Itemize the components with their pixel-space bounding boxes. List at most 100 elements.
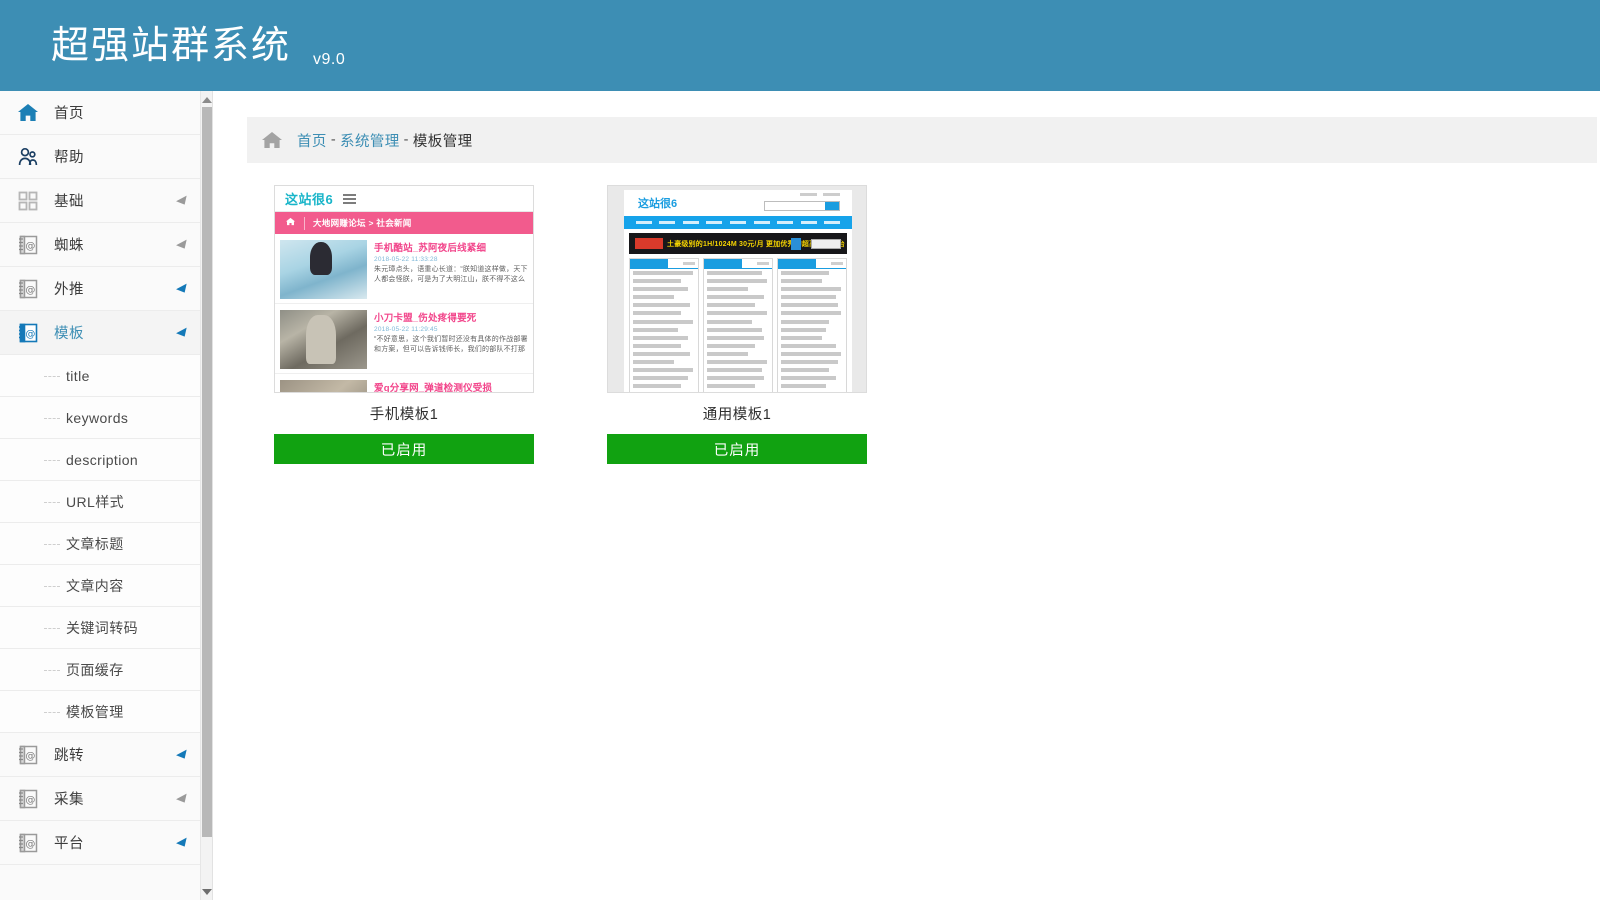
notebook-icon: @ — [15, 320, 41, 346]
home-icon — [15, 100, 41, 126]
notebook-icon: @ — [15, 276, 41, 302]
column-link-list — [778, 269, 846, 393]
breadcrumb-current: 模板管理 — [413, 130, 473, 151]
sidebar-subitem-label: title — [66, 368, 90, 384]
column-more-link — [683, 262, 695, 265]
preview-column — [703, 258, 773, 393]
preview-mobile-navbar: 大地网赚论坛 > 社会新闻 — [275, 212, 533, 234]
notebook-icon: @ — [15, 786, 41, 812]
article-thumbnail — [280, 240, 367, 299]
template-card: 这站很6 土豪级别的1H/1024M 30元/月 更加优秀的超高性能站台 — [607, 185, 867, 464]
sidebar-item-redirect[interactable]: @ 跳转 — [0, 733, 201, 777]
sidebar-item-label: 平台 — [54, 832, 84, 853]
sidebar-item-collect[interactable]: @ 采集 — [0, 777, 201, 821]
sidebar-subitem-title[interactable]: title — [0, 355, 201, 397]
banner-logo — [635, 238, 663, 249]
sidebar-item-template[interactable]: @ 模板 — [0, 311, 201, 355]
preview-column — [629, 258, 699, 393]
chevron-down-icon[interactable] — [176, 793, 190, 805]
preview-mobile-crumb: 大地网赚论坛 > 社会新闻 — [313, 217, 412, 229]
template-preview-mobile[interactable]: 这站很6 大地网赚论坛 > 社会新闻 手机酷站_苏阿夜后线紧细 2018-05-… — [274, 185, 534, 393]
svg-text:@: @ — [25, 839, 35, 850]
breadcrumb-link-home[interactable]: 首页 — [297, 130, 327, 151]
preview-desktop-logo: 这站很6 — [638, 195, 677, 211]
article-date: 2018-05-22 11:29:45 — [374, 326, 528, 333]
column-link-list — [630, 269, 698, 393]
template-preview-desktop[interactable]: 这站很6 土豪级别的1H/1024M 30元/月 更加优秀的超高性能站台 — [607, 185, 867, 393]
users-icon — [15, 144, 41, 170]
sidebar-item-label: 蜘蛛 — [54, 234, 84, 255]
article-thumbnail — [280, 310, 367, 369]
svg-text:@: @ — [25, 751, 35, 762]
scroll-up-arrow-icon[interactable] — [201, 93, 213, 106]
preview-desktop-toplinks — [800, 193, 840, 196]
sidebar-subitem-article-content[interactable]: 文章内容 — [0, 565, 201, 607]
column-header — [630, 259, 698, 269]
template-enable-button[interactable]: 已启用 — [607, 434, 867, 464]
article-text: 小刀卡盟_伤处疼得要死 2018-05-22 11:29:45 “不好意思，这个… — [374, 310, 528, 369]
article-title: 手机酷站_苏阿夜后线紧细 — [374, 240, 528, 254]
breadcrumb-link-system[interactable]: 系统管理 — [340, 130, 400, 151]
notebook-icon: @ — [15, 232, 41, 258]
sidebar-item-label: 基础 — [54, 190, 84, 211]
chevron-down-icon[interactable] — [176, 749, 190, 761]
scrollbar-thumb[interactable] — [202, 107, 213, 837]
article-desc: 朱元璋点头，语重心长道：“朕知道这样做，天下人都会怪朕，可是为了大明江山，朕不得… — [374, 265, 528, 285]
main-content: 首页 - 系统管理 - 模板管理 这站很6 大地网赚论坛 > 社会新闻 — [214, 91, 1600, 900]
preview-article-row: 手机酷站_苏阿夜后线紧细 2018-05-22 11:33:28 朱元璋点头，语… — [275, 234, 533, 304]
breadcrumb-separator: - — [331, 132, 336, 148]
svg-text:@: @ — [25, 285, 35, 296]
chevron-down-icon[interactable] — [176, 283, 190, 295]
template-card: 这站很6 大地网赚论坛 > 社会新闻 手机酷站_苏阿夜后线紧细 2018-05-… — [274, 185, 534, 464]
sidebar-subitem-keywords[interactable]: keywords — [0, 397, 201, 439]
sidebar-subitem-description[interactable]: description — [0, 439, 201, 481]
sidebar-item-basic[interactable]: 基础 — [0, 179, 201, 223]
sidebar-subitem-url-style[interactable]: URL样式 — [0, 481, 201, 523]
sidebar-subitem-keyword-transcode[interactable]: 关键词转码 — [0, 607, 201, 649]
preview-article-row: 小刀卡盟_伤处疼得要死 2018-05-22 11:29:45 “不好意思，这个… — [275, 304, 533, 374]
template-name: 通用模板1 — [607, 403, 867, 424]
sidebar-item-spider[interactable]: @ 蜘蛛 — [0, 223, 201, 267]
app-version: v9.0 — [313, 51, 345, 69]
article-desc: “不好意思，这个我们暂时还没有具体的作战部署和方案，但可以告诉钱师长，我们的部队… — [374, 335, 528, 355]
sidebar-item-label: 帮助 — [54, 146, 84, 167]
svg-text:@: @ — [25, 241, 35, 252]
article-text: 爱q分享网_弹道检测仪受损 — [374, 380, 528, 393]
notebook-icon: @ — [15, 830, 41, 856]
sidebar-subitem-label: 关键词转码 — [66, 618, 138, 638]
column-link-list — [704, 269, 772, 393]
scroll-down-arrow-icon[interactable] — [201, 885, 213, 898]
sidebar-item-outpush[interactable]: @ 外推 — [0, 267, 201, 311]
preview-desktop-banner: 土豪级别的1H/1024M 30元/月 更加优秀的超高性能站台 — [629, 233, 847, 254]
chevron-down-icon[interactable] — [176, 327, 190, 339]
sidebar-submenu-template: title keywords description URL样式 文章标题 文章… — [0, 355, 201, 733]
sidebar-item-platform[interactable]: @ 平台 — [0, 821, 201, 865]
sidebar-scrollbar[interactable] — [200, 91, 212, 900]
divider — [304, 217, 305, 230]
sidebar-subitem-template-manage[interactable]: 模板管理 — [0, 691, 201, 733]
template-enable-button[interactable]: 已启用 — [274, 434, 534, 464]
sidebar-item-label: 跳转 — [54, 744, 84, 765]
sidebar-item-help[interactable]: 帮助 — [0, 135, 201, 179]
article-text: 手机酷站_苏阿夜后线紧细 2018-05-22 11:33:28 朱元璋点头，语… — [374, 240, 528, 299]
grid-icon — [15, 188, 41, 214]
sidebar-subitem-label: 模板管理 — [66, 702, 124, 722]
sidebar-item-home[interactable]: 首页 — [0, 91, 201, 135]
template-name: 手机模板1 — [274, 403, 534, 424]
app-title: 超强站群系统 — [51, 27, 291, 65]
preview-mobile-topbar: 这站很6 — [275, 186, 533, 212]
sidebar-item-label: 模板 — [54, 322, 84, 343]
chevron-down-icon[interactable] — [176, 239, 190, 251]
sidebar-subitem-label: 文章内容 — [66, 576, 124, 596]
sidebar-subitem-page-cache[interactable]: 页面缓存 — [0, 649, 201, 691]
home-icon — [285, 216, 296, 230]
chevron-down-icon[interactable] — [176, 837, 190, 849]
column-tab — [704, 259, 742, 269]
sidebar-subitem-label: 页面缓存 — [66, 660, 124, 680]
preview-column — [777, 258, 847, 393]
article-title: 爱q分享网_弹道检测仪受损 — [374, 380, 528, 393]
chevron-down-icon[interactable] — [176, 195, 190, 207]
sidebar-subitem-article-title[interactable]: 文章标题 — [0, 523, 201, 565]
sidebar-subitem-label: URL样式 — [66, 492, 124, 512]
article-thumbnail — [280, 380, 367, 393]
